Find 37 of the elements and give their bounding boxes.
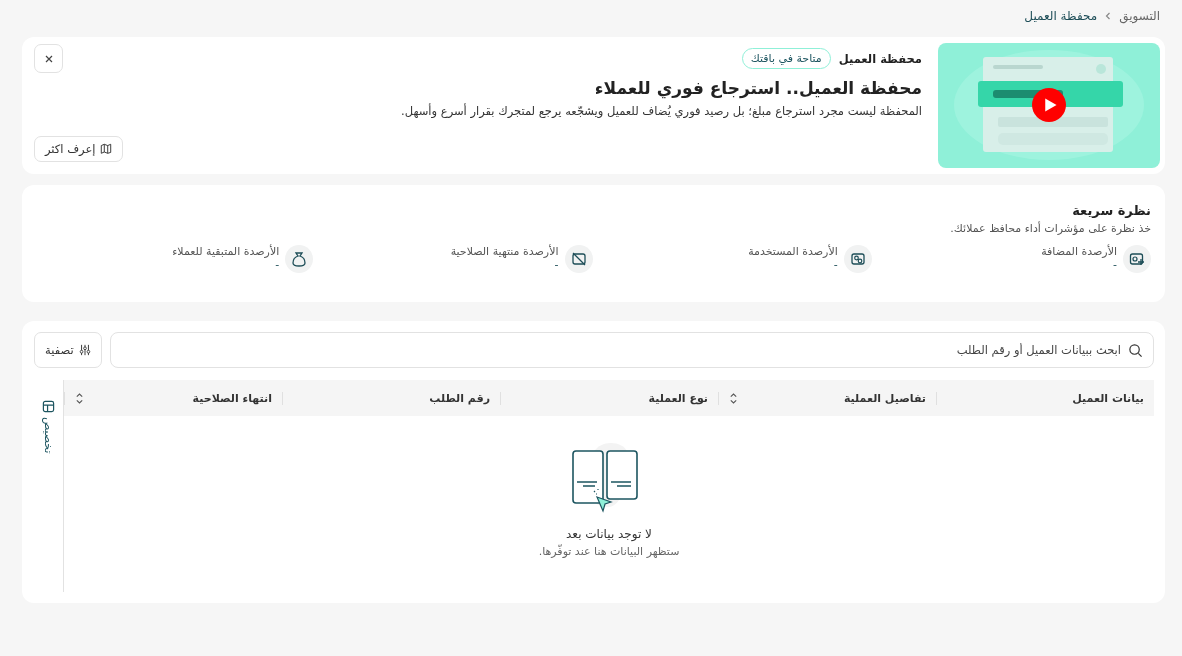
banner-description: المحفظة ليست مجرد استرجاع مبلغ؛ بل رصيد فوري يُضاف للعميل ويشجّعه يرجع لمتجرك بقرار أسرع وأسهل.	[400, 104, 922, 118]
banner-title: محفظة العميل.. استرجاع فوري للعملاء	[593, 78, 922, 98]
stat-label: الأرصدة المضافة	[1041, 245, 1117, 258]
search-field[interactable]: ابحث ببيانات العميل أو رقم الطلب	[109, 332, 1154, 368]
section-subtitle: خذ نظرة على مؤشرات أداء محافظ عملائك.	[949, 222, 1151, 235]
stat-value: -	[1112, 258, 1117, 271]
play-icon[interactable]	[1032, 88, 1066, 122]
stat-label: الأرصدة منتهية الصلاحية	[450, 245, 559, 258]
feature-name: محفظة العميل	[838, 51, 922, 66]
card-off-icon	[564, 245, 593, 273]
column-header: رقم الطلب	[282, 391, 500, 405]
empty-title: لا توجد بيانات بعد	[566, 526, 652, 541]
card-icon	[843, 245, 872, 273]
map-icon	[100, 143, 113, 155]
close-icon	[43, 53, 54, 64]
search-icon	[1128, 343, 1143, 358]
stat-value: -	[274, 258, 280, 271]
empty-subtitle: ستظهر البيانات هنا عند توفّرها.	[538, 544, 680, 558]
table-icon	[42, 400, 55, 413]
stat-label: الأرصدة المتبقية للعملاء	[172, 245, 280, 258]
money-bag-icon	[285, 245, 314, 273]
filter-button[interactable]: تصفية	[34, 332, 102, 368]
column-header[interactable]: تفاصيل العملية	[718, 391, 936, 405]
card-add-icon	[1123, 245, 1151, 273]
sort-icon[interactable]	[729, 391, 738, 405]
close-button[interactable]	[34, 44, 63, 73]
column-header: بيانات العميل	[936, 391, 1154, 405]
stat-label: الأرصدة المستخدمة	[748, 245, 838, 258]
stat-value: -	[553, 258, 559, 271]
section-title: نظرة سريعة	[1071, 203, 1151, 218]
learn-more-button[interactable]: إعرف اكثر	[34, 136, 124, 162]
sort-icon[interactable]	[75, 391, 84, 405]
column-header: نوع العملية	[500, 391, 718, 405]
sliders-icon	[78, 344, 91, 356]
stat-value: -	[832, 258, 838, 271]
breadcrumb-link[interactable]: التسويق	[1119, 9, 1160, 23]
breadcrumb-link[interactable]: محفظة العميل	[1024, 9, 1098, 23]
